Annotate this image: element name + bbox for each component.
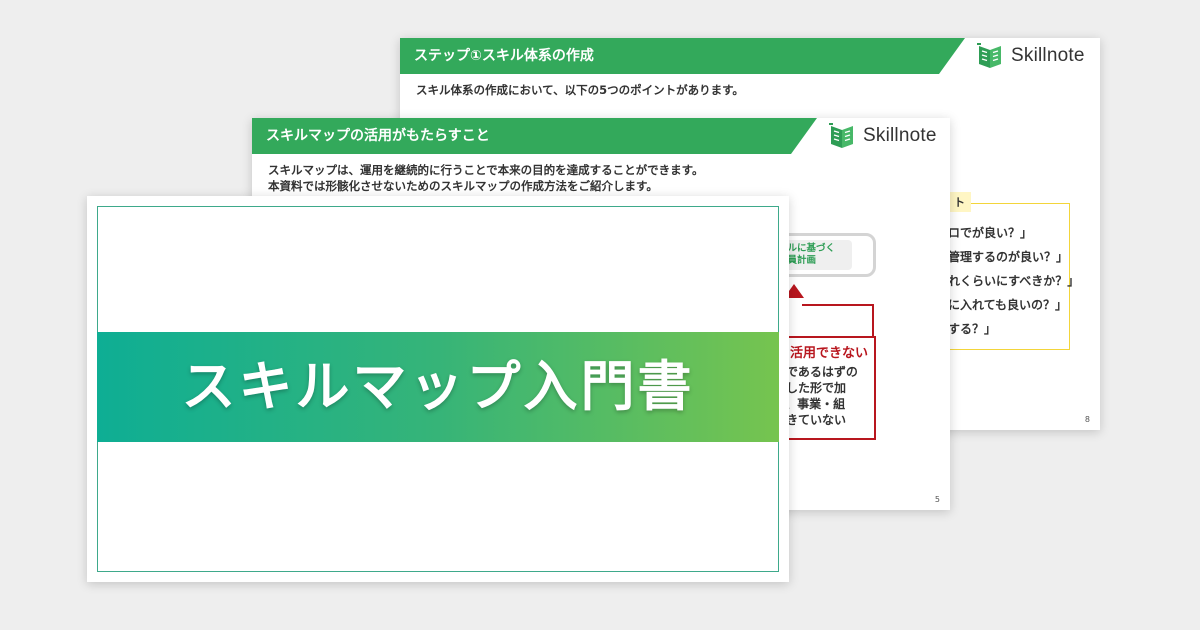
arrow-connector [802, 304, 874, 306]
page-number: 5 [934, 495, 940, 504]
slide-intro: スキルマップは、運用を継続的に行うことで本来の目的を達成することができます。 [268, 163, 704, 177]
slide-intro: 本資料では形骸化させないためのスキルマップの作成方法をご紹介します。 [268, 179, 658, 193]
cover-title: スキルマップ入門書 [181, 355, 695, 418]
skillnote-logo: Skillnote [827, 121, 937, 151]
problem-title: 活用できない [790, 346, 869, 361]
question-line: れくらいにすべきか？」 [948, 274, 1080, 288]
slide-title: スキルマップの活用がもたらすこと [266, 128, 490, 144]
logo-text: Skillnote [863, 125, 937, 146]
page-number: 8 [1084, 415, 1090, 424]
cover-title-band: スキルマップ入門書 [97, 332, 779, 442]
skillnote-logo: Skillnote [975, 41, 1085, 71]
question-line: 管理するのが良い？」 [948, 250, 1069, 264]
logo-text: Skillnote [1011, 45, 1085, 66]
skillnote-logo-icon [977, 43, 1001, 68]
question-line: ロでが良い？」 [948, 226, 1033, 240]
question-box-tag: ト [948, 192, 971, 212]
skillnote-logo-icon [829, 123, 853, 148]
slide-header: ステップ①スキル体系の作成 Skillnote [400, 38, 1100, 74]
slide-header: スキルマップの活用がもたらすこと Skillnote [252, 118, 950, 154]
slide-cover: スキルマップ入門書 [87, 196, 789, 582]
question-line: する？」 [948, 322, 997, 336]
question-line: に入れても良いの？」 [948, 298, 1068, 312]
arrow-connector [872, 304, 874, 338]
slide-title: ステップ①スキル体系の作成 [414, 48, 594, 64]
slide-intro: スキル体系の作成において、以下の5つのポイントがあります。 [416, 83, 744, 97]
